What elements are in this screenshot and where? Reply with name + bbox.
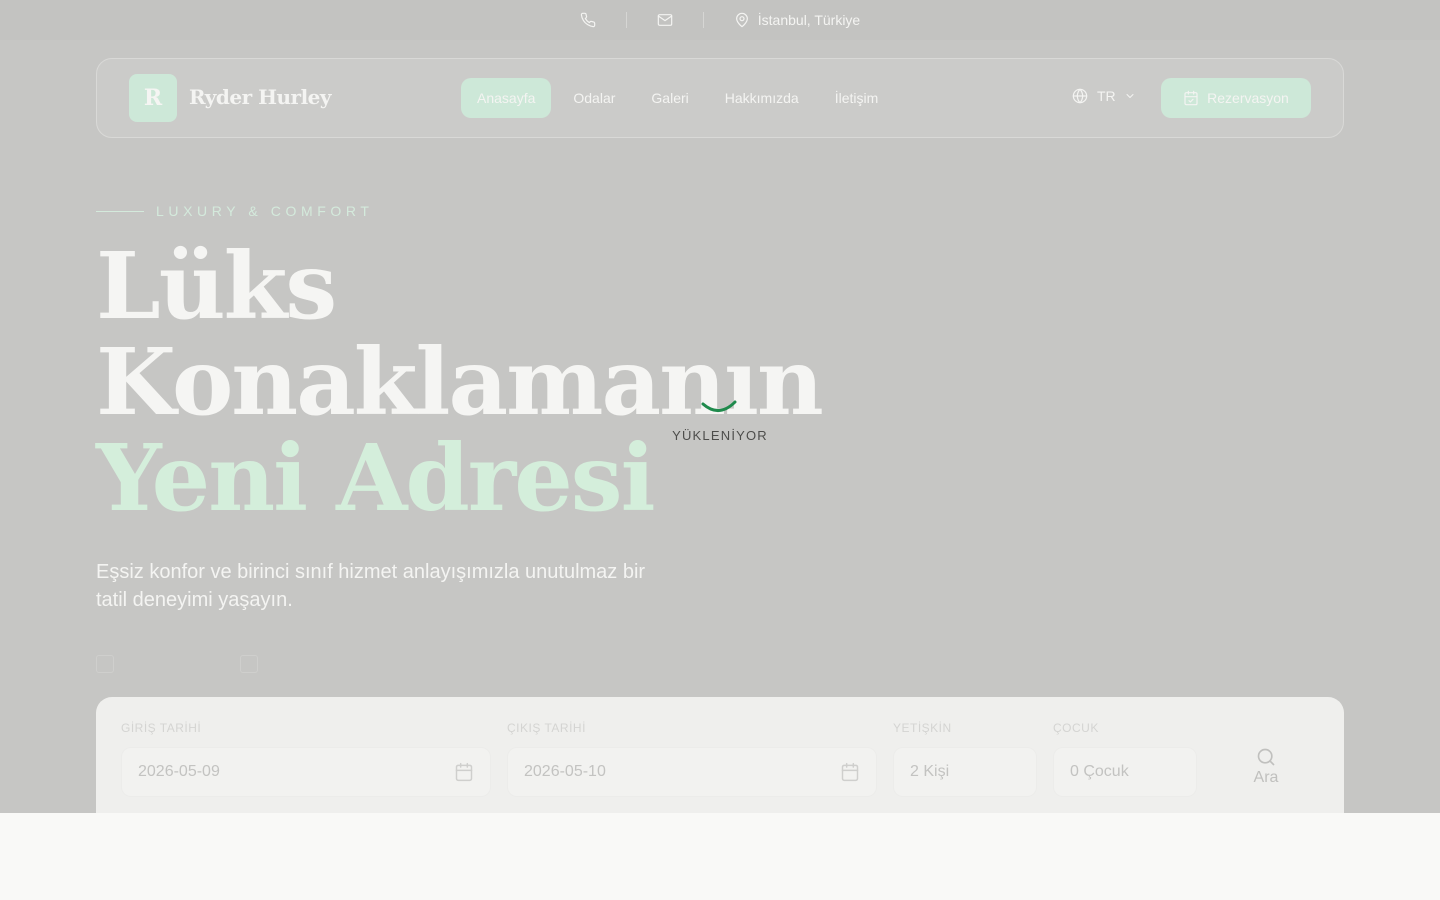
checkout-value: 2026-05-10 bbox=[524, 763, 606, 780]
loading-text: YÜKLENİYOR bbox=[672, 428, 768, 443]
chevron-down-icon bbox=[1126, 94, 1134, 98]
nav-item-odalar[interactable]: Odalar bbox=[555, 78, 633, 118]
calendar-check-icon bbox=[1184, 90, 1198, 106]
checkin-label: GİRİŞ TARİHİ bbox=[121, 721, 202, 735]
spinner-icon bbox=[701, 400, 737, 412]
eyebrow-text: LUXURY & COMFORT bbox=[156, 203, 374, 219]
checkin-input[interactable]: 2026-05-09 bbox=[121, 747, 491, 797]
nav-item-anasayfa[interactable]: Anasayfa bbox=[461, 78, 552, 118]
nav-item-galeri[interactable]: Galeri bbox=[633, 78, 706, 118]
loading-indicator: YÜKLENİYOR bbox=[672, 392, 768, 452]
adults-label: YETİŞKİN bbox=[893, 721, 952, 735]
divider bbox=[625, 12, 627, 28]
map-pin-icon bbox=[735, 12, 748, 28]
checkin-field: GİRİŞ TARİHİ 2026-05-09 bbox=[121, 721, 491, 797]
calendar-icon bbox=[455, 762, 473, 782]
checkout-label: ÇIKIŞ TARİHİ bbox=[507, 721, 586, 735]
hero-description: Eşsiz konfor ve birinci sınıf hizmet anl… bbox=[96, 561, 646, 611]
divider bbox=[702, 12, 704, 28]
location-text: İstanbul, Türkiye bbox=[757, 12, 861, 28]
reservation-label: Rezervasyon bbox=[1207, 90, 1289, 106]
hero-eyebrow: LUXURY & COMFORT bbox=[96, 203, 374, 219]
feature-icon bbox=[96, 655, 114, 673]
checkin-value: 2026-05-09 bbox=[138, 763, 220, 780]
hero-section: İstanbul, Türkiye R Ryder Hurley Anasayf… bbox=[0, 0, 1440, 813]
phone-icon bbox=[580, 12, 596, 28]
search-button[interactable]: Ara bbox=[1246, 747, 1286, 787]
children-label: ÇOCUK bbox=[1053, 721, 1099, 735]
globe-icon bbox=[1072, 88, 1088, 104]
adults-field: YETİŞKİN 2 Kişi bbox=[893, 721, 1037, 797]
main-navbar: R Ryder Hurley Anasayfa Odalar Galeri Ha… bbox=[96, 58, 1344, 138]
children-select[interactable]: 0 Çocuk bbox=[1053, 747, 1197, 797]
search-button-label: Ara bbox=[1253, 769, 1279, 786]
nav-links: Anasayfa Odalar Galeri Hakkımızda İletiş… bbox=[461, 78, 896, 118]
hero-feature-icons bbox=[96, 655, 384, 673]
checkout-input[interactable]: 2026-05-10 bbox=[507, 747, 877, 797]
headline-line-1: Lüks bbox=[96, 232, 337, 340]
booking-search-panel: GİRİŞ TARİHİ 2026-05-09 ÇIKIŞ TARİHİ 202… bbox=[96, 697, 1344, 813]
nav-item-hakkimizda[interactable]: Hakkımızda bbox=[707, 78, 817, 118]
language-selector[interactable]: TR bbox=[1072, 88, 1136, 104]
children-field: ÇOCUK 0 Çocuk bbox=[1053, 721, 1197, 797]
brand-name[interactable]: Ryder Hurley bbox=[189, 85, 332, 109]
logo-mark[interactable]: R bbox=[129, 74, 177, 122]
feature-icon bbox=[240, 655, 258, 673]
search-icon bbox=[1257, 748, 1275, 766]
phone-link[interactable] bbox=[580, 12, 596, 28]
hero-headline: Lüks Konaklamanın Yeni Adresi bbox=[96, 232, 824, 526]
eyebrow-line bbox=[96, 210, 144, 212]
top-info-bar: İstanbul, Türkiye bbox=[0, 0, 1440, 40]
location-link[interactable]: İstanbul, Türkiye bbox=[734, 12, 860, 28]
mail-link[interactable] bbox=[657, 12, 673, 28]
checkout-field: ÇIKIŞ TARİHİ 2026-05-10 bbox=[507, 721, 877, 797]
language-code: TR bbox=[1097, 88, 1116, 104]
nav-item-iletisim[interactable]: İletişim bbox=[817, 78, 897, 118]
adults-select[interactable]: 2 Kişi bbox=[893, 747, 1037, 797]
children-value: 0 Çocuk bbox=[1070, 763, 1129, 780]
reservation-button[interactable]: Rezervasyon bbox=[1161, 78, 1311, 118]
calendar-icon bbox=[841, 762, 859, 782]
adults-value: 2 Kişi bbox=[910, 763, 950, 780]
mail-icon bbox=[657, 14, 673, 26]
